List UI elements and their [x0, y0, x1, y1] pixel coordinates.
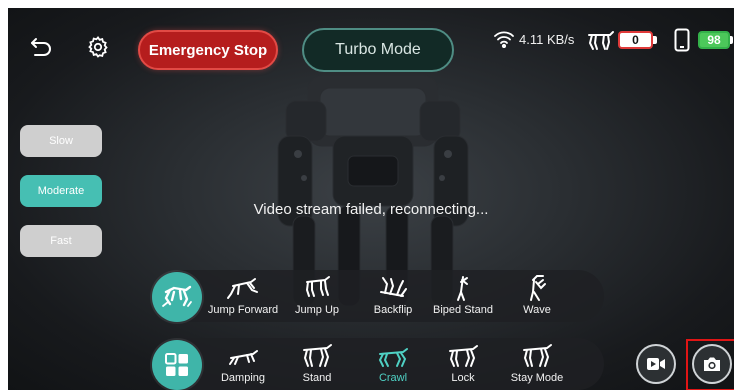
camera-icon [704, 357, 720, 371]
mode-lock[interactable]: Lock [428, 342, 498, 384]
trick-jump-up[interactable]: Jump Up [282, 274, 352, 316]
emergency-stop-button[interactable]: Emergency Stop [138, 30, 278, 70]
network-speed-text: 4.11 KB/s [519, 32, 575, 47]
settings-gear-icon[interactable] [84, 33, 112, 61]
lock-icon [449, 345, 478, 367]
modes-menu-button[interactable] [152, 340, 202, 390]
video-stream-status: Video stream failed, reconnecting... [253, 201, 489, 218]
take-photo-button[interactable] [692, 344, 732, 384]
robot-battery-indicator: 0 [618, 31, 658, 49]
battery-tip [653, 36, 657, 44]
battery-tip [730, 36, 733, 44]
wave-icon [530, 275, 546, 301]
robot-control-screen: Emergency Stop Turbo Mode 4.11 KB/s 0 98 [8, 8, 734, 390]
mode-stay[interactable]: Stay Mode [502, 342, 572, 384]
action-label: Backflip [373, 304, 413, 316]
phone-battery-level: 98 [698, 31, 730, 49]
trick-jump-forward[interactable]: Jump Forward [208, 274, 278, 316]
action-label: Biped Stand [433, 304, 493, 316]
jump-up-icon [305, 276, 330, 297]
robot-dog-status-icon [586, 27, 616, 53]
backflip-icon [380, 277, 407, 297]
stay-mode-icon [523, 344, 552, 367]
mode-damping[interactable]: Damping [208, 342, 278, 384]
action-label: Jump Up [294, 304, 340, 316]
phone-battery-indicator: 98 [698, 31, 734, 49]
stand-icon [303, 344, 332, 367]
action-label: Crawl [378, 372, 408, 384]
trick-biped-stand[interactable]: Biped Stand [428, 274, 498, 316]
mode-crawl[interactable]: Crawl [358, 342, 428, 384]
back-icon[interactable] [28, 34, 54, 60]
crawl-icon [378, 348, 408, 367]
turbo-mode-button[interactable]: Turbo Mode [302, 28, 454, 72]
jump-forward-icon [227, 278, 258, 299]
action-label: Stand [302, 372, 332, 384]
action-label: Lock [451, 372, 475, 384]
robot-battery-level: 0 [618, 31, 653, 49]
record-video-button[interactable] [636, 344, 676, 384]
speed-slow-button[interactable]: Slow [20, 125, 102, 157]
action-label: Jump Forward [207, 304, 279, 316]
trick-wave[interactable]: Wave [502, 274, 572, 316]
speed-fast-button[interactable]: Fast [20, 225, 102, 257]
phone-icon [674, 28, 690, 52]
damping-icon [229, 350, 258, 365]
wifi-icon [493, 30, 515, 50]
biped-stand-icon [457, 276, 468, 301]
trick-backflip[interactable]: Backflip [358, 274, 428, 316]
action-label: Wave [523, 304, 551, 316]
video-camera-icon [647, 358, 665, 370]
tricks-toggle-button[interactable] [152, 272, 202, 322]
mode-stand[interactable]: Stand [282, 342, 352, 384]
grid-icon [165, 353, 188, 376]
action-label: Damping [220, 372, 266, 384]
action-label: Stay Mode [510, 372, 564, 384]
